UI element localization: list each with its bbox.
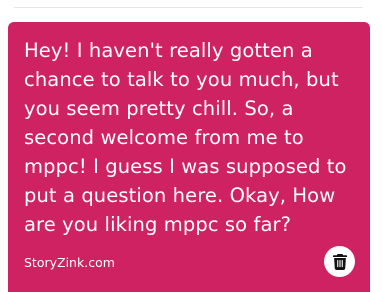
storyzink-watermark: StoryZink.com bbox=[24, 255, 115, 270]
message-card: Hey! I haven't really gotten a chance to… bbox=[8, 22, 370, 292]
top-divider bbox=[14, 7, 363, 8]
screenshot-frame: Hey! I haven't really gotten a chance to… bbox=[0, 0, 382, 292]
trash-icon bbox=[332, 253, 347, 270]
delete-button[interactable] bbox=[324, 246, 355, 277]
message-text: Hey! I haven't really gotten a chance to… bbox=[24, 39, 347, 236]
